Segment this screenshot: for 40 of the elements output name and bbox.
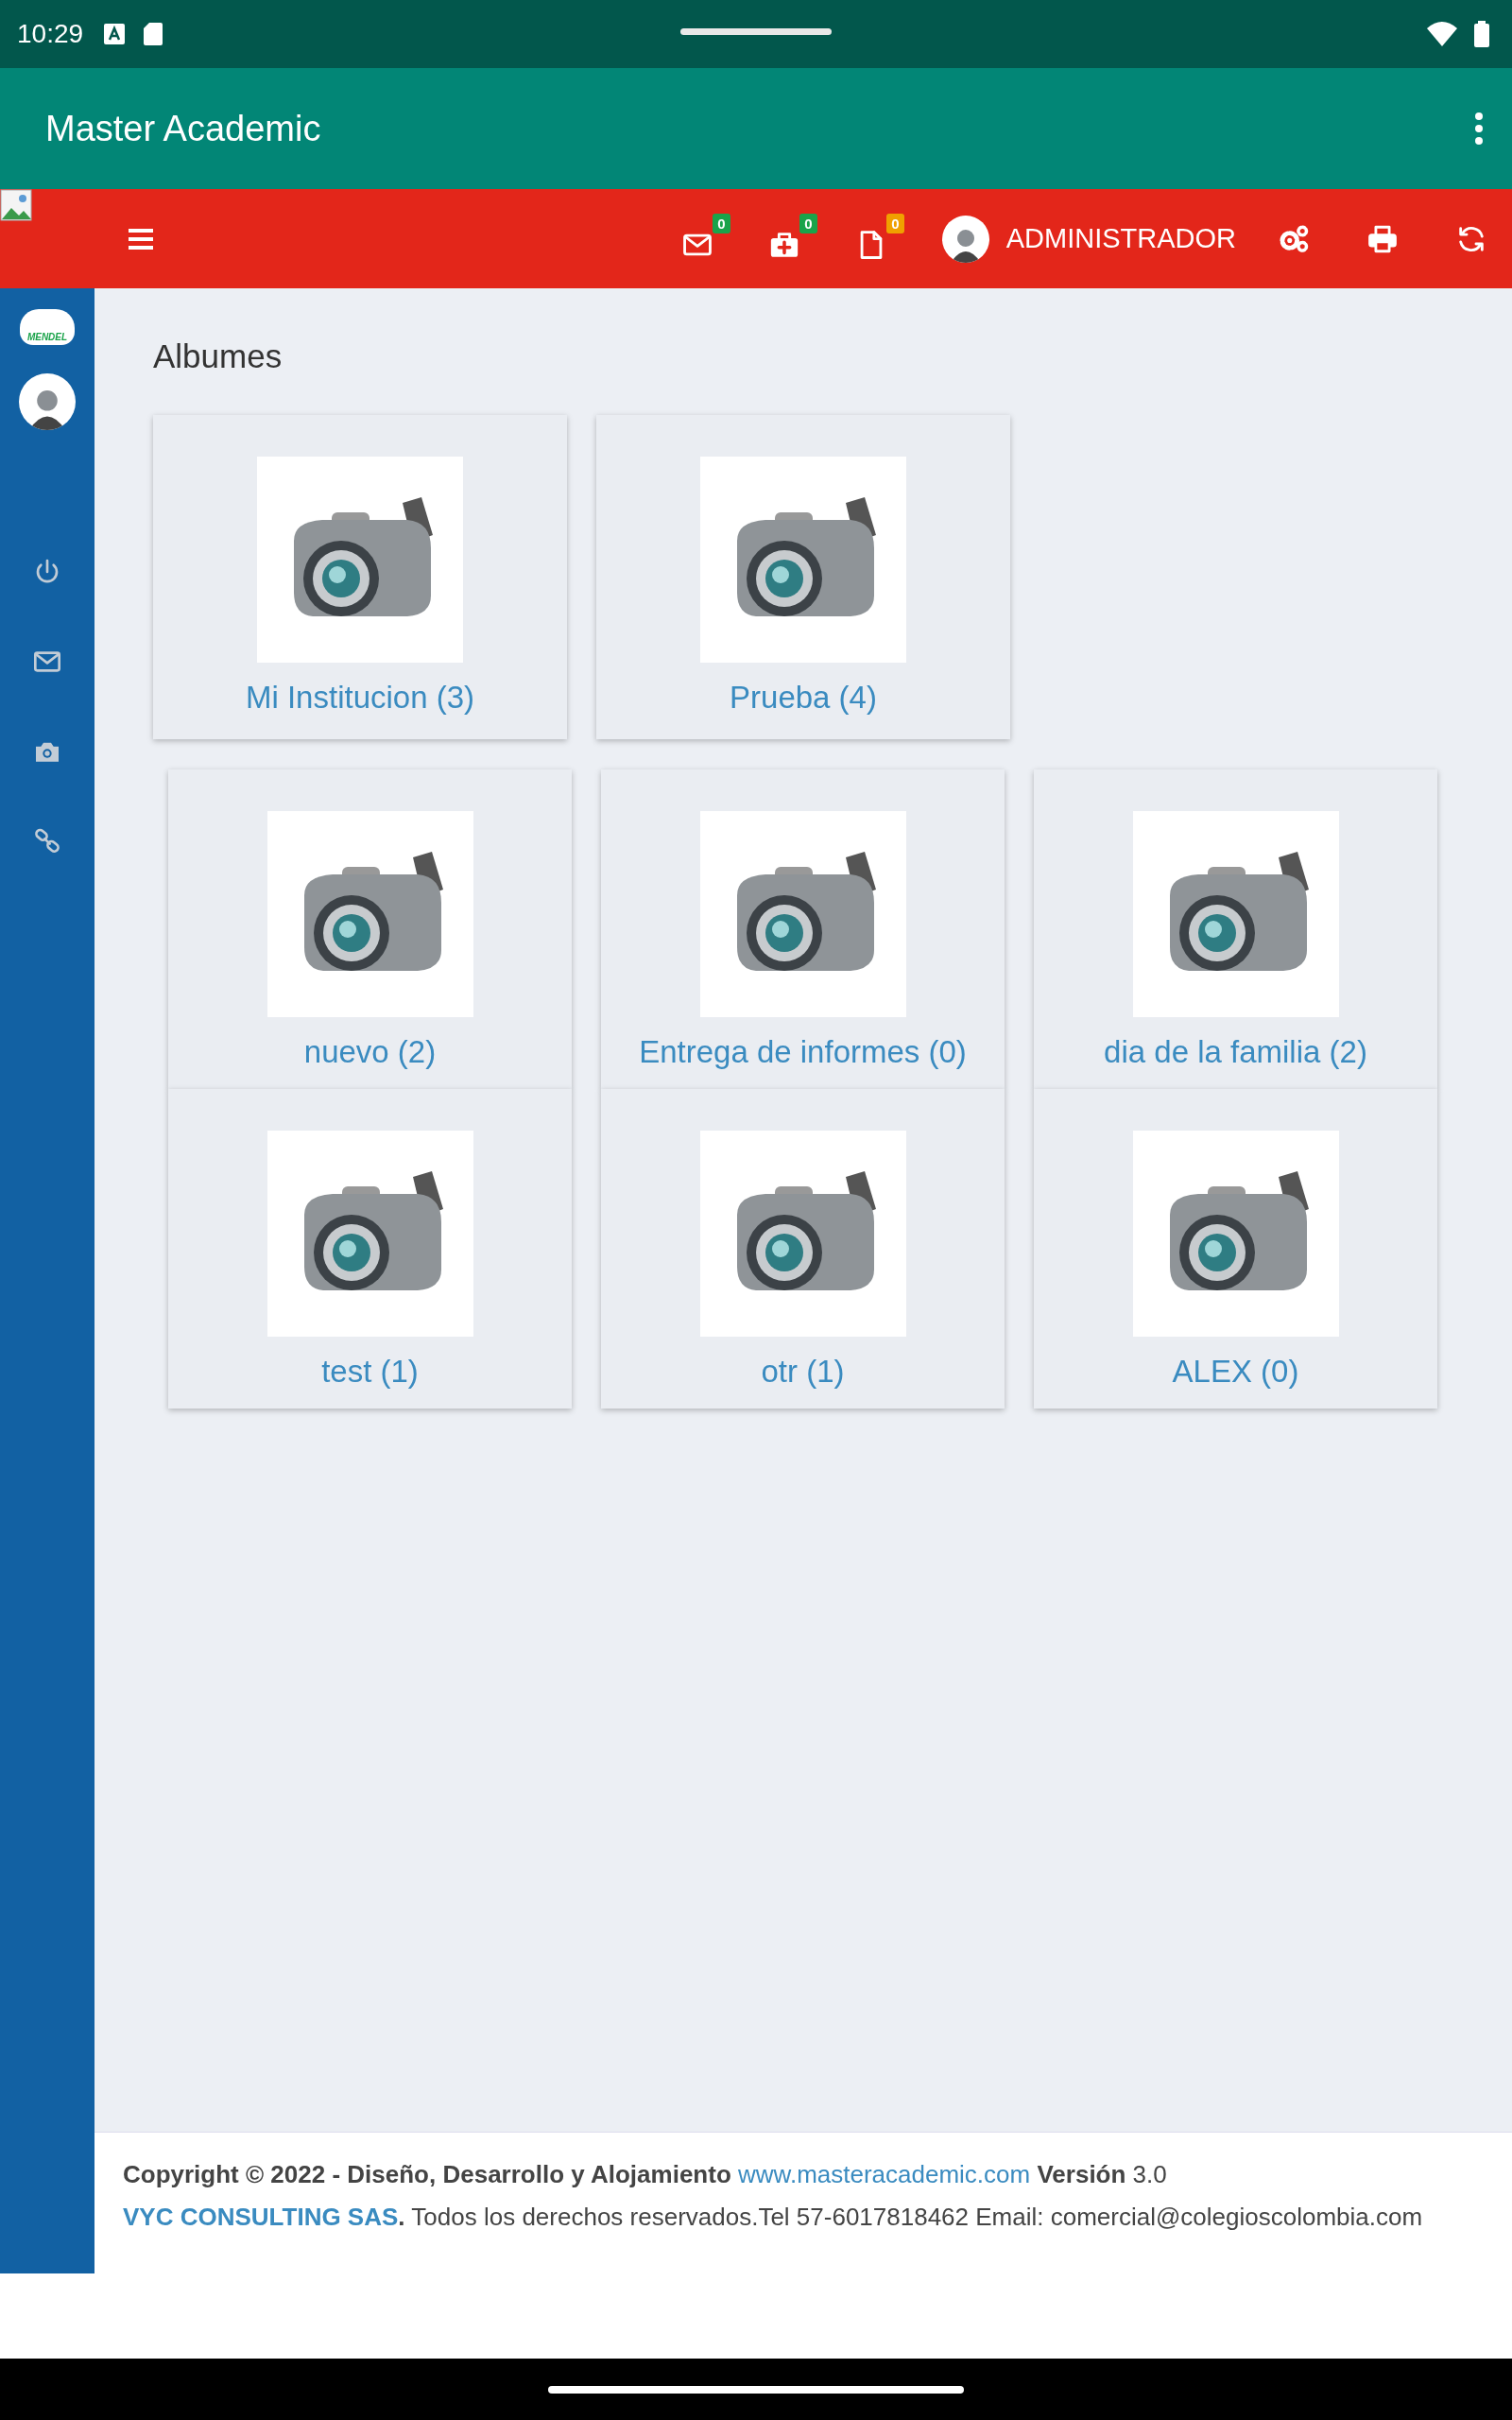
status-time: 10:29: [17, 19, 84, 49]
count-badge: 0: [799, 213, 817, 233]
page-title: Albumes: [153, 337, 284, 375]
album-card[interactable]: ALEX (0): [1034, 1089, 1437, 1409]
broken-image-icon: [0, 189, 32, 221]
album-card[interactable]: dia de la familia (2): [1034, 769, 1437, 1089]
avatar-circle: [19, 373, 76, 430]
album-card[interactable]: nuevo (2): [168, 769, 572, 1089]
album-card[interactable]: otr (1): [601, 1089, 1005, 1409]
settings-icon: [1278, 222, 1310, 255]
album-label: Prueba (4): [730, 680, 877, 716]
notification-button[interactable]: 0: [677, 213, 730, 265]
wifi-icon: [1427, 22, 1457, 46]
more-options-icon[interactable]: [1474, 112, 1484, 145]
count-badge: 0: [886, 213, 904, 233]
footer-contact: VYC CONSULTING SAS. Todos los derechos reservados.Tel 57-6017818462 Email: comercial@colegioscolombia.com: [123, 2202, 1424, 2233]
album-label: Mi Institucion (3): [245, 680, 475, 716]
battery-icon: [1474, 21, 1489, 47]
album-label: nuevo (2): [303, 1034, 437, 1070]
website-link[interactable]: www.masteracademic.com: [738, 2160, 1031, 2188]
album-label: test (1): [321, 1354, 419, 1390]
keyboard-notification-icon: [104, 24, 126, 44]
count-badge: 0: [713, 213, 730, 233]
notification-button[interactable]: 0: [850, 213, 904, 265]
company-link[interactable]: VYC CONSULTING SAS: [123, 2203, 399, 2231]
album-label: ALEX (0): [1172, 1354, 1299, 1390]
album-card[interactable]: test (1): [168, 1089, 572, 1409]
album-label: Entrega de informes (0): [639, 1034, 967, 1070]
album-card[interactable]: Entrega de informes (0): [601, 769, 1005, 1089]
sd-card-icon: [144, 23, 163, 45]
school-logo: MENDEL: [20, 309, 75, 345]
menu-icon: [129, 228, 153, 250]
album-label: dia de la familia (2): [1104, 1034, 1367, 1070]
user-menu[interactable]: ADMINISTRADOR: [941, 215, 1236, 263]
album-card[interactable]: Mi Institucion (3): [153, 415, 567, 739]
notification-button[interactable]: 0: [764, 213, 817, 265]
app-title: Master Academic: [45, 108, 321, 149]
album-label: otr (1): [761, 1354, 845, 1390]
footer-copyright: Copyright © 2022 - Diseño, Desarrollo y Alojamiento www.masteracademic.com Versión 3.0: [123, 2159, 1168, 2190]
album-card[interactable]: Prueba (4): [596, 415, 1010, 739]
